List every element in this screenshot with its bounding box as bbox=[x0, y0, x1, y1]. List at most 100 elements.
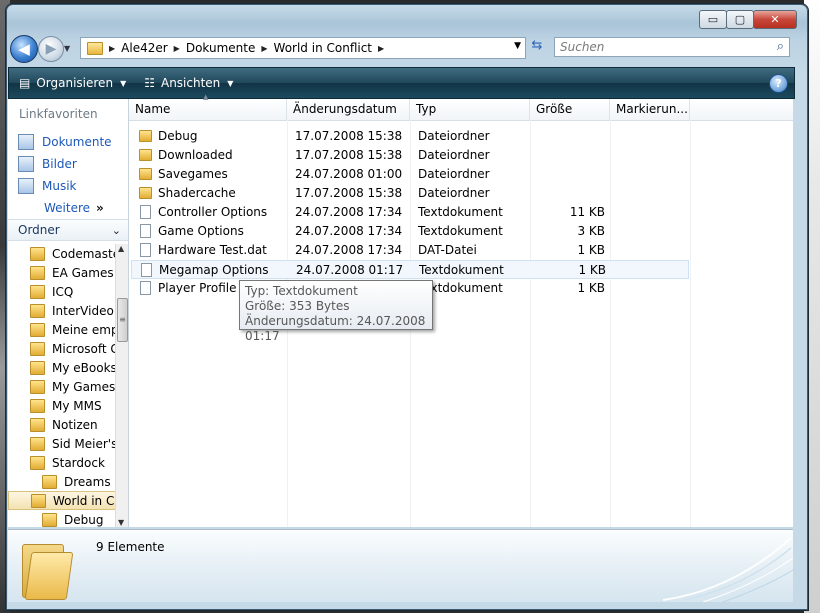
breadcrumb-world-in-conflict[interactable]: World in Conflict bbox=[274, 41, 372, 55]
tooltip-size: Größe: 353 Bytes bbox=[245, 299, 350, 313]
tree-item[interactable]: Debug bbox=[8, 510, 128, 527]
column-divider bbox=[690, 120, 691, 527]
document-icon bbox=[140, 205, 151, 219]
tree-item[interactable]: My eBooks bbox=[8, 358, 128, 377]
arrow-left-icon: ◀ bbox=[18, 40, 30, 58]
search-icon[interactable]: ⌕ bbox=[777, 39, 784, 54]
file-date: 17.07.2008 15:38 bbox=[295, 148, 403, 162]
scroll-up-icon[interactable]: ▲ bbox=[118, 244, 124, 253]
file-row[interactable]: Shadercache 17.07.2008 15:38 Dateiordner bbox=[131, 184, 689, 203]
close-button[interactable]: ✕ bbox=[753, 10, 797, 29]
double-chevron-icon: » bbox=[96, 201, 104, 215]
large-folder-icon bbox=[20, 538, 74, 600]
folders-toggle[interactable]: Ordner ⌄ bbox=[8, 219, 128, 241]
folder-icon bbox=[42, 474, 57, 489]
decorative-swoosh bbox=[662, 537, 793, 602]
favorites-header: Linkfavoriten bbox=[19, 107, 98, 121]
details-pane: 9 Elemente bbox=[8, 529, 793, 602]
tree-item[interactable]: Dreams bbox=[8, 472, 128, 491]
folder-icon bbox=[30, 322, 45, 337]
breadcrumb-chevron-icon[interactable]: ▶ bbox=[174, 44, 180, 53]
breadcrumb-chevron-icon[interactable]: ▶ bbox=[261, 44, 267, 53]
breadcrumb-ale42er[interactable]: Ale42er bbox=[121, 41, 168, 55]
file-type: DAT-Datei bbox=[418, 243, 477, 257]
tree-item[interactable]: Stardock bbox=[8, 453, 128, 472]
folder-icon bbox=[30, 360, 45, 375]
address-bar[interactable]: ▶ Ale42er ▶ Dokumente ▶ World in Conflic… bbox=[80, 37, 526, 59]
tree-item[interactable]: Sid Meier's bbox=[8, 434, 128, 453]
fav-musik[interactable]: Musik bbox=[8, 175, 128, 197]
organize-button[interactable]: ▤ Organisieren ▼ bbox=[19, 76, 126, 90]
maximize-button[interactable]: ▢ bbox=[726, 10, 754, 29]
history-dropdown-icon[interactable]: ▼ bbox=[64, 44, 70, 53]
file-row[interactable]: Controller Options 24.07.2008 17:34 Textdo… bbox=[131, 203, 689, 222]
document-icon bbox=[140, 243, 151, 257]
back-button[interactable]: ◀ bbox=[10, 35, 38, 63]
search-placeholder: Suchen bbox=[560, 40, 605, 54]
tooltip-type: Typ: Textdokument bbox=[245, 284, 358, 298]
folder-icon bbox=[139, 168, 152, 180]
minimize-button[interactable]: ▭ bbox=[699, 10, 727, 29]
tree-item[interactable]: ICQ bbox=[8, 282, 128, 301]
tree-label: Notizen bbox=[52, 417, 98, 432]
refresh-button[interactable]: ⇆ bbox=[528, 38, 546, 56]
search-box[interactable]: Suchen ⌕ bbox=[554, 37, 790, 57]
tree-item[interactable]: Meine empf bbox=[8, 320, 128, 339]
file-type: Dateiordner bbox=[418, 167, 490, 181]
file-date: 24.07.2008 01:00 bbox=[295, 167, 403, 181]
folder-icon bbox=[31, 493, 46, 508]
breadcrumb-chevron-icon[interactable]: ▶ bbox=[109, 44, 115, 53]
column-date[interactable]: Änderungsdatum bbox=[287, 99, 410, 120]
file-name: Debug bbox=[158, 129, 198, 143]
address-dropdown-icon[interactable]: ▼ bbox=[514, 41, 521, 51]
file-size: 1 KB bbox=[577, 243, 605, 257]
tree-label: Meine empf bbox=[52, 322, 123, 337]
file-name: Shadercache bbox=[158, 186, 236, 200]
scroll-thumb[interactable]: ≡ bbox=[117, 298, 128, 342]
tree-item[interactable]: My Games bbox=[8, 377, 128, 396]
file-date: 17.07.2008 15:38 bbox=[295, 186, 403, 200]
fav-label: Musik bbox=[42, 179, 77, 193]
file-date: 24.07.2008 01:17 bbox=[296, 263, 404, 277]
fav-dokumente[interactable]: Dokumente bbox=[8, 131, 128, 153]
breadcrumb-dokumente[interactable]: Dokumente bbox=[186, 41, 256, 55]
forward-button[interactable]: ▶ bbox=[38, 36, 64, 62]
file-row[interactable]: Savegames 24.07.2008 01:00 Dateiordner bbox=[131, 165, 689, 184]
tree-label: InterVideo bbox=[52, 303, 114, 318]
file-name: Game Options bbox=[158, 224, 244, 238]
tree-label: World in C bbox=[53, 493, 115, 508]
column-tags[interactable]: Markierun... bbox=[610, 99, 690, 120]
tree-item[interactable]: Microsoft G bbox=[8, 339, 128, 358]
file-row[interactable]: Megamap Options 24.07.2008 01:17 Textdokum… bbox=[131, 260, 689, 279]
tree-item[interactable]: Notizen bbox=[8, 415, 128, 434]
tree-scrollbar[interactable]: ▲ ≡ ▼ bbox=[115, 244, 128, 527]
column-size[interactable]: Größe bbox=[530, 99, 610, 120]
fav-bilder[interactable]: Bilder bbox=[8, 153, 128, 175]
fav-weitere[interactable]: Weitere » bbox=[8, 197, 128, 219]
scroll-down-icon[interactable]: ▼ bbox=[118, 518, 124, 527]
tree-item[interactable]: Codemasters bbox=[8, 244, 128, 263]
column-type[interactable]: Typ bbox=[410, 99, 530, 120]
breadcrumb-chevron-icon[interactable]: ▶ bbox=[378, 44, 384, 53]
tree-item[interactable]: InterVideo bbox=[8, 301, 128, 320]
tree-item[interactable]: My MMS bbox=[8, 396, 128, 415]
fav-label: Bilder bbox=[42, 157, 77, 171]
file-row[interactable]: Hardware Test.dat 24.07.2008 17:34 DAT-Dat… bbox=[131, 241, 689, 260]
tree-label: Dreams bbox=[64, 474, 111, 489]
file-row[interactable]: Debug 17.07.2008 15:38 Dateiordner bbox=[131, 127, 689, 146]
column-name[interactable]: Name bbox=[129, 99, 287, 120]
fav-label: Dokumente bbox=[42, 135, 112, 149]
tree-label: Sid Meier's bbox=[52, 436, 118, 451]
tree-label: Stardock bbox=[52, 455, 105, 470]
help-button[interactable]: ? bbox=[769, 74, 788, 93]
views-button[interactable]: ☷ Ansichten ▼ bbox=[144, 76, 233, 90]
views-label: Ansichten bbox=[160, 76, 221, 90]
folder-icon bbox=[30, 417, 45, 432]
item-count: 9 Elemente bbox=[96, 540, 165, 554]
tree-item-selected[interactable]: World in C bbox=[8, 491, 128, 510]
file-row[interactable]: Downloaded 17.07.2008 15:38 Dateiordner bbox=[131, 146, 689, 165]
file-row[interactable]: Game Options 24.07.2008 17:34 Textdokument… bbox=[131, 222, 689, 241]
file-name: Hardware Test.dat bbox=[158, 243, 267, 257]
tree-item[interactable]: EA Games bbox=[8, 263, 128, 282]
file-name: Controller Options bbox=[158, 205, 268, 219]
